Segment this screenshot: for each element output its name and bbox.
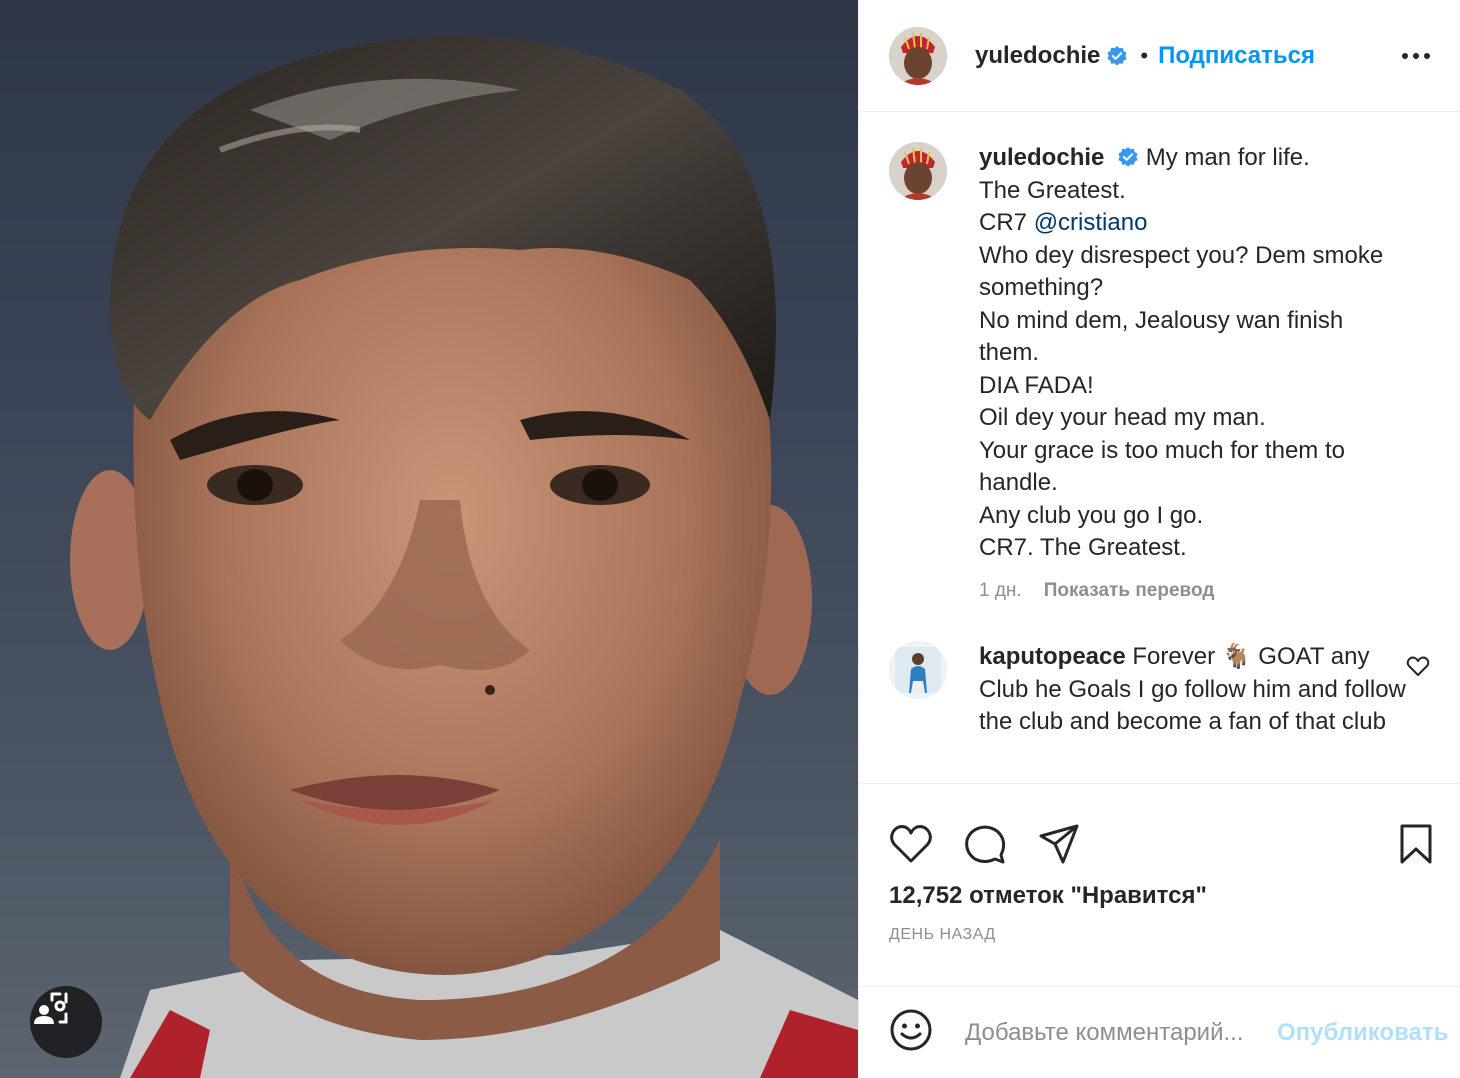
caption-line: Who dey disrespect you? Dem smoke someth… bbox=[979, 241, 1384, 302]
author-avatar-image bbox=[889, 142, 947, 200]
caption-line: Your grace is too much for them to handl… bbox=[979, 436, 1345, 497]
heart-icon[interactable] bbox=[889, 824, 933, 864]
avatar[interactable] bbox=[889, 142, 947, 200]
caption-line: DIA FADA! bbox=[979, 371, 1094, 399]
caption-line: CR7. The Greatest. bbox=[979, 534, 1187, 561]
emoji-icon[interactable] bbox=[889, 1008, 933, 1057]
tagged-people-button[interactable] bbox=[30, 986, 102, 1058]
user-tag-icon bbox=[34, 992, 68, 1024]
show-translation-button[interactable]: Показать перевод bbox=[1044, 575, 1215, 608]
caption-time[interactable]: 1 дн. bbox=[979, 575, 1022, 608]
post-header: yuledochie • Подписаться bbox=[859, 0, 1460, 112]
author-avatar-image bbox=[889, 26, 947, 85]
instagram-post: yuledochie • Подписаться yuledochie My m… bbox=[0, 0, 1460, 1078]
comment-username[interactable]: kaputopeace bbox=[979, 643, 1126, 670]
verified-badge-icon bbox=[1106, 45, 1128, 67]
avatar[interactable] bbox=[889, 26, 947, 85]
post-details-panel: yuledochie • Подписаться yuledochie My m… bbox=[858, 0, 1460, 1078]
caption-username[interactable]: yuledochie bbox=[979, 144, 1104, 171]
portrait-illustration bbox=[70, 36, 858, 1078]
caption-line: Oil dey your head my man. bbox=[979, 404, 1266, 431]
comment-input[interactable] bbox=[963, 1017, 1277, 1048]
caption: yuledochie My man for life. The Greatest… bbox=[889, 142, 1430, 607]
caption-meta: 1 дн. Показать перевод bbox=[979, 575, 1409, 608]
comment-bubble-icon[interactable] bbox=[963, 822, 1007, 866]
comment-item: kaputopeace Forever 🐐 GOAT any Club he G… bbox=[889, 641, 1430, 739]
comments-section: yuledochie My man for life. The Greatest… bbox=[859, 112, 1460, 784]
author-username[interactable]: yuledochie bbox=[975, 42, 1100, 70]
post-photo[interactable] bbox=[0, 0, 858, 1078]
post-time-ago[interactable]: День назад bbox=[859, 926, 1460, 944]
post-actions bbox=[859, 784, 1460, 880]
bookmark-icon[interactable] bbox=[1398, 823, 1434, 865]
avatar[interactable] bbox=[889, 641, 947, 699]
caption-line: No mind dem, Jealousy wan finish them. bbox=[979, 306, 1344, 367]
comment-like-heart-icon[interactable] bbox=[1406, 655, 1430, 682]
add-comment-bar: Опубликовать bbox=[859, 986, 1460, 1078]
caption-line: My man for life. bbox=[1145, 144, 1310, 171]
commenter-avatar-image bbox=[889, 641, 947, 699]
caption-line: Any club you go I go. bbox=[979, 501, 1204, 529]
mention-link[interactable]: @cristiano bbox=[1034, 209, 1148, 236]
caption-line: The Greatest. bbox=[979, 176, 1126, 204]
publish-button[interactable]: Опубликовать bbox=[1277, 1019, 1448, 1047]
paper-plane-icon[interactable] bbox=[1037, 822, 1081, 866]
follow-button[interactable]: Подписаться bbox=[1158, 42, 1315, 70]
comment-text-block: kaputopeace Forever 🐐 GOAT any Club he G… bbox=[979, 641, 1409, 739]
caption-line: CR7 bbox=[979, 209, 1034, 236]
more-horizontal-icon[interactable] bbox=[1402, 49, 1430, 63]
caption-text: yuledochie My man for life. The Greatest… bbox=[979, 142, 1409, 607]
caption-line-mention: CR7 @cristiano bbox=[979, 207, 1409, 240]
verified-badge-icon bbox=[1117, 146, 1139, 168]
header-separator: • bbox=[1140, 42, 1149, 68]
likes-count[interactable]: 12,752 отметок "Нравится" bbox=[859, 882, 1460, 910]
